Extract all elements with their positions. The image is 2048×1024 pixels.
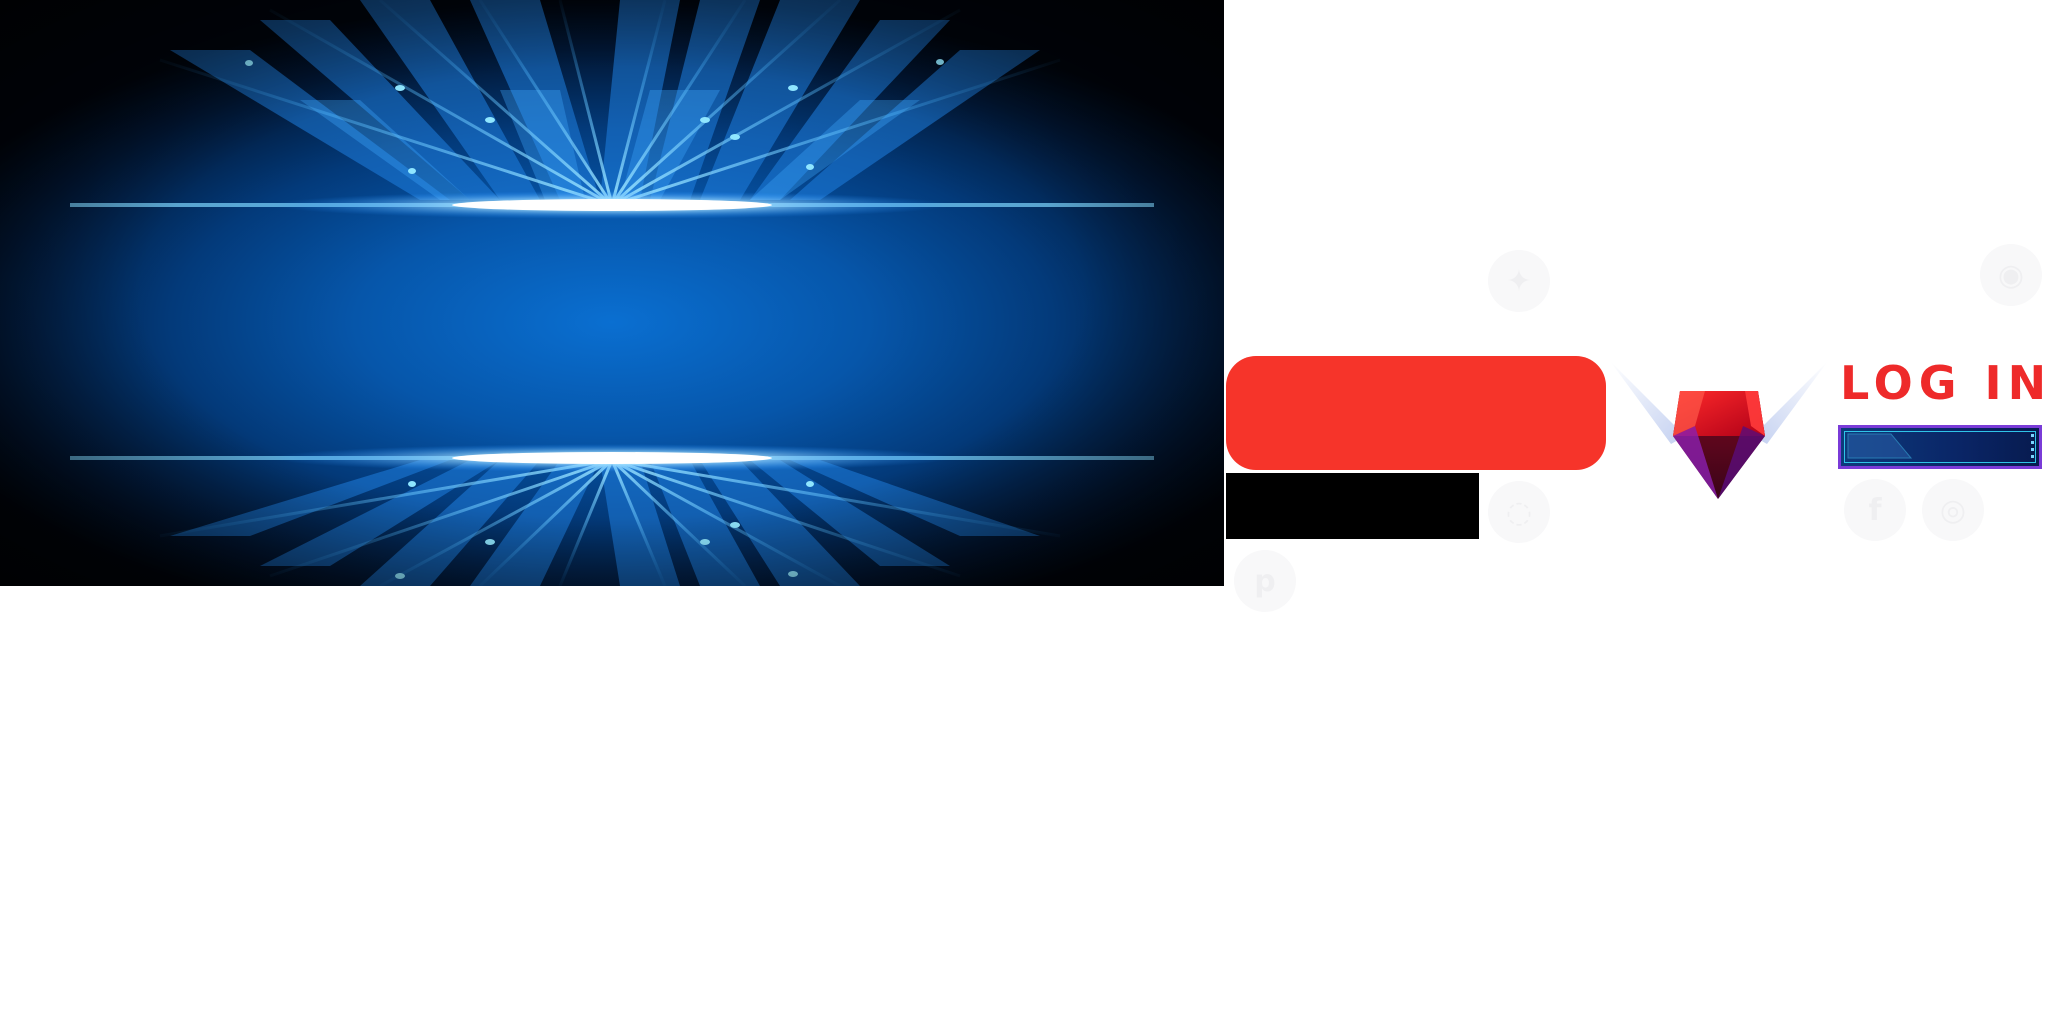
login-title: LOG IN <box>1840 356 2048 410</box>
input-frame-decoration <box>1847 433 2034 459</box>
black-bar <box>1226 473 1479 539</box>
asset-sheet: LOG IN ✦ ◉ ◌ f ◎ p <box>0 0 2048 1024</box>
red-button-shape[interactable] <box>1226 356 1606 470</box>
facebook-icon[interactable]: f <box>1844 479 1906 541</box>
pinterest-icon[interactable]: p <box>1234 550 1296 612</box>
whatsapp-icon[interactable]: ◌ <box>1488 481 1550 543</box>
instagram-icon[interactable]: ◎ <box>1922 479 1984 541</box>
gem-logo-icon <box>1605 356 1833 508</box>
light-burst-graphic <box>0 0 1224 586</box>
twitter-icon[interactable]: ✦ <box>1488 250 1550 312</box>
chat-icon[interactable]: ◉ <box>1980 244 2042 306</box>
login-input-field[interactable] <box>1838 425 2042 469</box>
banner-background <box>0 0 1224 586</box>
